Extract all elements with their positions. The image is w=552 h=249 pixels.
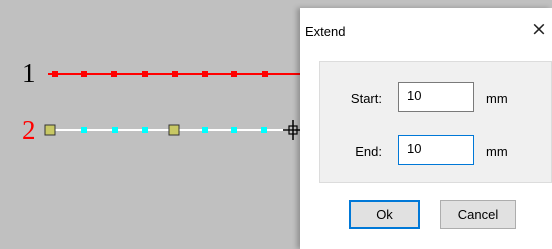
line-1[interactable]	[48, 71, 300, 77]
end-label: End:	[355, 144, 382, 159]
dialog-title: Extend	[305, 24, 346, 39]
ok-button[interactable]: Ok	[349, 200, 420, 229]
end-field[interactable]: 10	[398, 135, 474, 165]
line-1-point	[52, 71, 58, 77]
line-1-point	[262, 71, 268, 77]
start-field[interactable]: 10	[398, 82, 474, 112]
line-2-handle	[168, 124, 180, 136]
cancel-button[interactable]: Cancel	[440, 200, 516, 229]
extend-fields-group: Start: 10 mm End: 10 mm	[319, 61, 552, 183]
line-1-point	[202, 71, 208, 77]
close-icon[interactable]: ×	[528, 18, 550, 40]
line-2-handle	[44, 124, 56, 136]
line-2-point	[112, 127, 118, 133]
line-2-point	[142, 127, 148, 133]
line-1-point	[81, 71, 87, 77]
line-1-point	[231, 71, 237, 77]
line-2-point	[202, 127, 208, 133]
line-1-point	[142, 71, 148, 77]
end-unit: mm	[486, 144, 508, 159]
line-2-point	[81, 127, 87, 133]
start-unit: mm	[486, 91, 508, 106]
line-1-point	[111, 71, 117, 77]
line-2-point	[261, 127, 267, 133]
line-2-point	[231, 127, 237, 133]
start-label: Start:	[350, 91, 382, 106]
line-2-label: 2	[22, 115, 36, 145]
line-1-label: 1	[22, 58, 36, 88]
extend-dialog: Extend × Start: 10 mm End: 10 mm Ok Canc…	[300, 8, 552, 249]
line-1-point	[172, 71, 178, 77]
